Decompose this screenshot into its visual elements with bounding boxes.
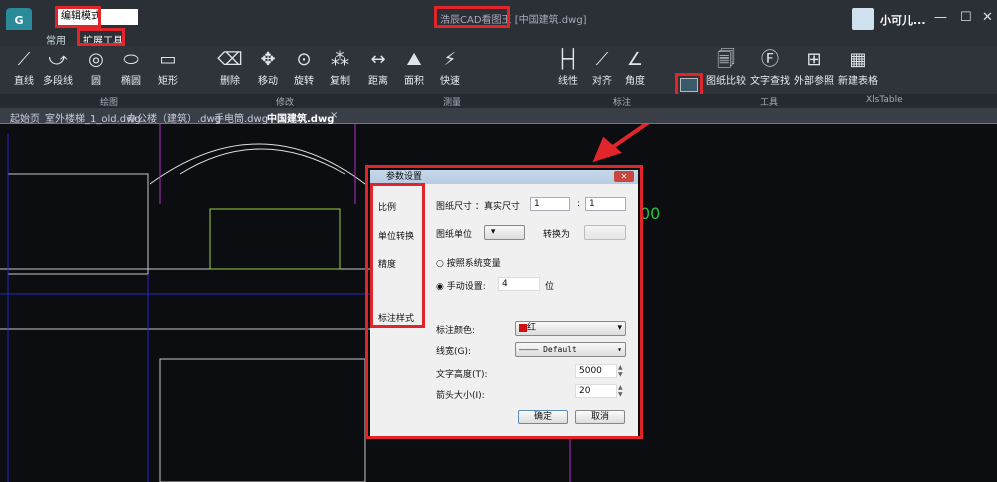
canvas-text: 00 [640,204,660,223]
angle-dim-tool[interactable]: ∠ 角度 [615,48,655,87]
maximize-button[interactable]: ☐ [960,10,972,25]
tool-label: 面积 [404,76,424,87]
close-button[interactable]: ✕ [982,10,993,25]
tool-label: 删除 [220,76,240,87]
copy-icon: ⁂ [331,49,349,70]
distance-tool[interactable]: ↔ 距离 [358,48,398,87]
move-tool[interactable]: ✥ 移动 [248,48,288,87]
tool-label: 直线 [14,76,34,87]
tab-common[interactable]: 常用 [46,32,66,47]
rotate-tool[interactable]: ⊙ 旋转 [284,48,324,87]
group-label: XlsTable [866,95,903,105]
xref-tool[interactable]: ⊞ 外部参照 [792,48,836,87]
new-table-tool[interactable]: ▦ 新建表格 [836,48,880,87]
ellipse-tool[interactable]: ⬭ 椭圆 [111,48,151,87]
copy-tool[interactable]: ⁂ 复制 [320,48,360,87]
area-tool[interactable]: ⛰ 面积 [394,48,434,87]
text-find-tool[interactable]: Ⓕ 文字查找 [748,48,792,87]
tool-label: 矩形 [158,76,178,87]
area-icon: ⛰ [406,49,422,70]
ribbon-group-labels: 绘图 修改 测量 标注 工具 XlsTable [0,94,997,108]
table-icon: ▦ [849,49,867,70]
doc-tab[interactable]: 办公楼（建筑）.dwg [127,110,221,125]
move-icon: ✥ [260,49,276,70]
compare-drawing-tool[interactable]: 🗐 图纸比较 [704,48,748,87]
title-bar: G 编辑模式 浩辰CAD看图王 [中国建筑.dwg] 小可儿... — ☐ ✕ [0,0,997,34]
rectangle-icon: ▭ [159,49,177,70]
tool-label: 外部参照 [794,76,834,87]
highlight-box [55,6,101,28]
tool-label: 新建表格 [838,76,878,87]
tool-label: 旋转 [294,76,314,87]
group-label: 测量 [443,98,462,108]
highlight-box [77,28,125,46]
compare-icon: 🗐 [717,49,735,70]
group-label: 修改 [276,98,295,108]
find-text-icon: Ⓕ [761,49,779,70]
circle-icon: ◎ [88,49,104,70]
erase-tool[interactable]: ⌫ 删除 [210,48,250,87]
rectangle-tool[interactable]: ▭ 矩形 [148,48,188,87]
rotate-icon: ⊙ [296,49,312,70]
tool-label: 多段线 [43,76,73,87]
tool-label: 圆 [91,76,101,87]
minimize-button[interactable]: — [934,10,947,25]
angle-icon: ∠ [626,49,644,70]
eraser-icon: ⌫ [217,49,243,70]
tool-label: 图纸比较 [706,76,746,87]
document-tabs: 起始页 室外楼梯_1_old.dwg 办公楼（建筑）.dwg 手电筒.dwg 中… [0,108,997,125]
doc-name: [中国建筑.dwg] [514,15,587,26]
doc-tab[interactable]: 起始页 [10,110,40,125]
user-name[interactable]: 小可儿... [880,12,926,28]
highlight-box [370,183,425,328]
highlight-box [434,6,510,28]
tool-label: 快速 [440,76,460,87]
tool-label: 线性 [558,76,578,87]
group-label: 绘图 [100,98,119,108]
doc-tab-active[interactable]: 中国建筑.dwg [267,110,334,125]
circle-tool[interactable]: ◎ 圆 [76,48,116,87]
tool-label: 距离 [368,76,388,87]
group-label: 标注 [613,98,632,108]
tool-label: 角度 [625,76,645,87]
doc-tab[interactable]: 手电筒.dwg [214,110,268,125]
xref-icon: ⊞ [806,49,822,70]
tool-label: 椭圆 [121,76,141,87]
distance-icon: ↔ [370,49,386,70]
lightning-icon: ⚡ [443,49,457,70]
tool-label: 文字查找 [750,76,790,87]
polyline-tool[interactable]: ⤻ 多段线 [38,48,78,87]
group-label: 工具 [760,98,779,108]
menu-tabs: 常用 扩展工具 [0,28,997,47]
polyline-icon: ⤻ [48,49,68,70]
ellipse-icon: ⬭ [123,49,139,70]
close-tab-icon[interactable]: × [330,110,338,121]
quick-measure-tool[interactable]: ⚡ 快速 [430,48,470,87]
tool-label: 移动 [258,76,278,87]
tool-label: 复制 [330,76,350,87]
tool-label: 对齐 [592,76,612,87]
avatar[interactable] [852,8,874,30]
